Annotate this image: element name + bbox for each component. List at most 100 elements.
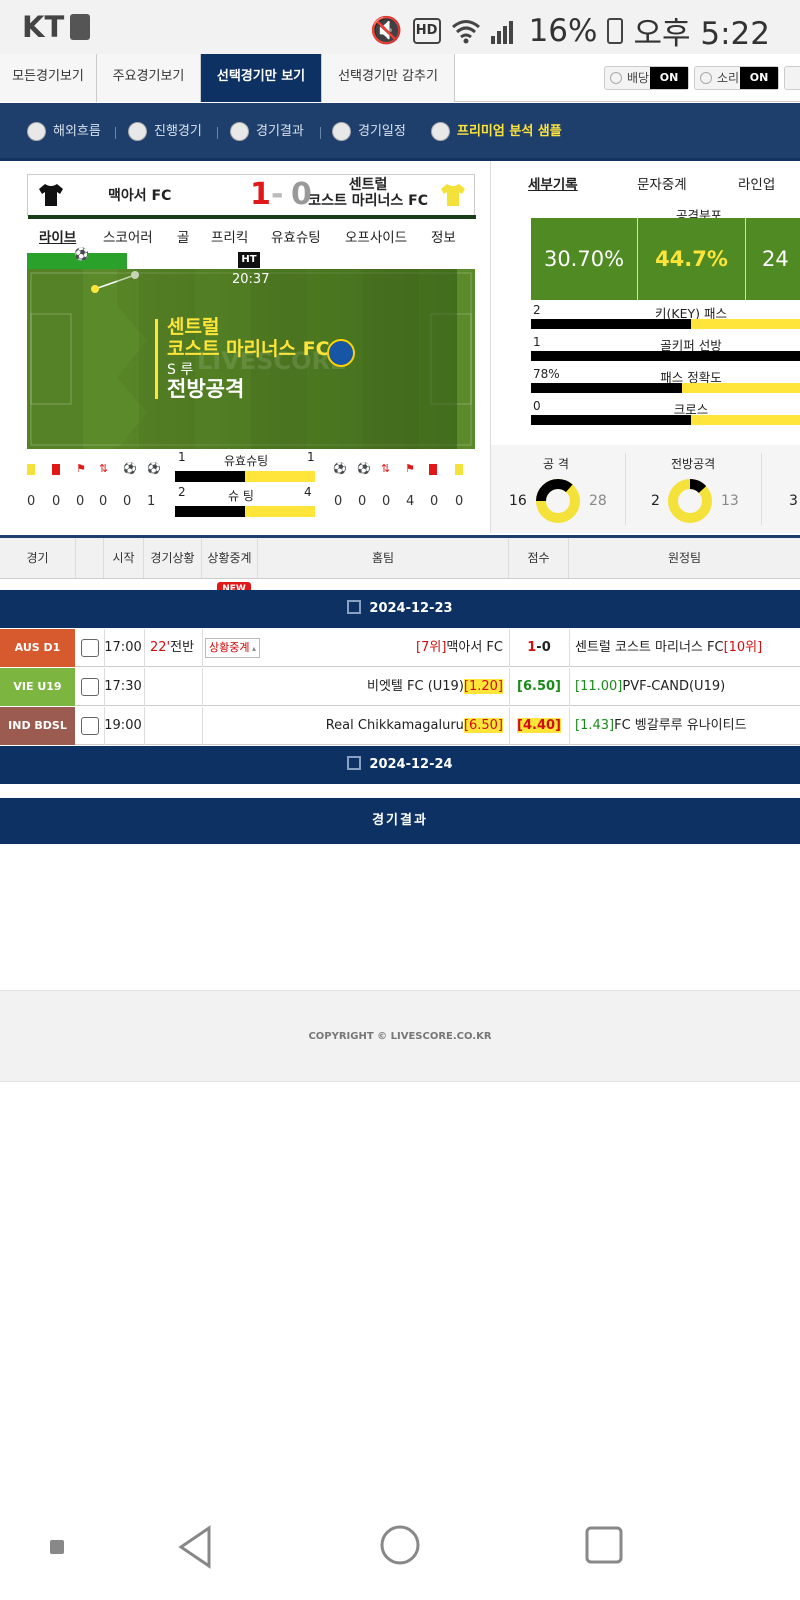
home-icon[interactable] — [379, 1524, 421, 1566]
tab-hide-selected[interactable]: 선택경기만 감추기 — [322, 54, 455, 102]
menu-dot-icon[interactable] — [50, 1540, 64, 1554]
odds-icon — [610, 72, 622, 84]
tab-detailed-records[interactable]: 세부기록 — [528, 173, 578, 193]
select-checkbox[interactable] — [81, 717, 99, 735]
tab-shots-on-target[interactable]: 유효슈팅 — [271, 226, 321, 246]
radio-icon — [27, 122, 46, 141]
col-select — [76, 538, 104, 578]
substitution-icon: ⇅ — [99, 462, 109, 475]
detail-panel: 세부기록 문자중계 라인업 공격분포 30.70% 44.7% 24 2 키(K… — [490, 161, 800, 533]
filter-overseas-flow[interactable]: 해외흐름 — [27, 121, 101, 143]
stat-home-fill — [531, 383, 683, 393]
third-stat-home: 3 — [789, 493, 798, 509]
away-team[interactable]: [1.43]FC 벵갈루루 유나이티드 — [575, 707, 747, 745]
results-button[interactable]: 경기결과 — [0, 798, 800, 844]
recents-icon[interactable] — [584, 1525, 624, 1565]
odds-label: 배당 — [627, 71, 650, 85]
radio-icon — [431, 122, 450, 141]
tab-lineup[interactable]: 라인업 — [738, 173, 775, 193]
separator — [217, 127, 218, 139]
shots-on-home: 1 — [178, 450, 186, 464]
attack-home: 16 — [509, 493, 527, 509]
forward-attack-donut — [668, 479, 712, 523]
goal-icon: ⚽ — [147, 462, 161, 475]
filter-results[interactable]: 경기결과 — [230, 121, 304, 143]
goal-icon: ⚽ — [333, 462, 347, 475]
separator — [625, 453, 626, 525]
event-team-line1: 센트럴 — [167, 316, 220, 338]
tab-goals[interactable]: 골 — [177, 226, 189, 246]
radio-icon — [128, 122, 147, 141]
forward-attack-away: 13 — [721, 493, 739, 509]
filter-in-progress[interactable]: 진행경기 — [128, 121, 202, 143]
tab-offside[interactable]: 오프사이드 — [345, 226, 407, 246]
live-relay-button[interactable]: 상황중계 ▴ — [205, 638, 261, 658]
tab-selected-only[interactable]: 선택경기만 보기 — [201, 54, 322, 102]
league-badge[interactable]: AUS D1 — [0, 629, 75, 667]
event-team: 센트럴 코스트 마리너스 FC — [167, 316, 330, 360]
scoreboard-underline — [28, 215, 476, 219]
battery-icon — [607, 17, 624, 44]
tab-text-commentary[interactable]: 문자중계 — [637, 173, 687, 193]
stat-bar — [531, 319, 800, 329]
odds-toggle[interactable]: 배당 ON — [604, 66, 689, 90]
draw-odds: [6.50] — [517, 679, 561, 694]
filter-label: 해외흐름 — [53, 124, 101, 139]
divider — [569, 707, 570, 745]
away-team[interactable]: [11.00]PVF-CAND(U19) — [575, 668, 725, 706]
filter-label: 프리미엄 분석 샘플 — [457, 124, 562, 139]
separator — [320, 127, 321, 139]
filter-premium-sample[interactable]: 프리미엄 분석 샘플 — [431, 121, 562, 143]
select-checkbox[interactable] — [81, 678, 99, 696]
col-status: 경기상황 — [144, 538, 202, 578]
sound-label: 소리 — [717, 71, 740, 85]
tab-main-matches[interactable]: 주요경기보기 — [97, 54, 201, 102]
shots-on-label: 유효슈팅 — [224, 454, 269, 468]
stat-home-fill — [531, 415, 691, 425]
select-checkbox[interactable] — [81, 639, 99, 657]
attack-distribution: 30.70% 44.7% 24 — [531, 218, 800, 300]
shots-on-home-fill — [175, 471, 245, 482]
match-row[interactable]: VIE U19 17:30 비엣텔 FC (U19)[1.20] [6.50] … — [0, 668, 800, 706]
tab-scorers[interactable]: 스코어러 — [103, 226, 153, 246]
tab-freekick[interactable]: 프리킥 — [211, 226, 248, 246]
status-bar: KT 🔇 HD 16% 오후 5:22 — [0, 0, 800, 54]
filter-schedule[interactable]: 경기일정 — [332, 121, 406, 143]
away-team-name: 센트럴 코스트 마리너스 FC — [308, 177, 428, 209]
league-badge[interactable]: IND BDSL — [0, 707, 75, 745]
match-row[interactable]: AUS D1 17:00 22'전반 상황중계 ▴ [7위]맥아서 FC 1-0… — [0, 629, 800, 667]
home-team[interactable]: [7위]맥아서 FC — [416, 629, 503, 667]
red-card-icon — [429, 464, 437, 475]
away-team[interactable]: 센트럴 코스트 마리너스 FC[10위] — [575, 629, 762, 667]
radio-icon — [332, 122, 351, 141]
shots-on-away: 1 — [307, 450, 315, 464]
match-row[interactable]: IND BDSL 19:00 Real Chikkamagaluru[6.50]… — [0, 707, 800, 745]
attack-donut — [536, 479, 580, 523]
away-rank: [10위] — [723, 640, 763, 655]
col-away: 원정팀 — [667, 551, 702, 565]
league-badge[interactable]: VIE U19 — [0, 668, 75, 706]
caret-up-icon: ▴ — [249, 644, 257, 653]
back-icon[interactable] — [175, 1524, 215, 1570]
hd-icon: HD — [412, 17, 441, 44]
event-accent — [155, 319, 158, 399]
home-team[interactable]: Real Chikkamagaluru[6.50] — [326, 707, 503, 745]
home-stat: 0 — [27, 494, 36, 509]
event-team-line2: 코스트 마리너스 FC — [167, 338, 330, 360]
divider — [144, 707, 145, 745]
more-toggle[interactable] — [784, 66, 800, 90]
sound-toggle[interactable]: 소리 ON — [694, 66, 779, 90]
away-stat: 0 — [430, 494, 439, 509]
carrier-label: KT — [22, 10, 65, 44]
substitution-icon: ⇅ — [381, 462, 391, 475]
stat-bar — [531, 351, 800, 361]
home-stat: 1 — [147, 494, 156, 509]
tab-live[interactable]: 라이브 — [39, 226, 76, 246]
tab-all-matches[interactable]: 모든경기보기 — [0, 54, 97, 102]
date-label: 2024-12-23 — [369, 601, 453, 616]
match-status: 22'전반 — [150, 629, 194, 667]
forward-attack-home: 2 — [651, 493, 660, 509]
home-team[interactable]: 비엣텔 FC (U19)[1.20] — [367, 668, 503, 706]
tab-info[interactable]: 정보 — [431, 226, 456, 246]
home-jersey-icon — [39, 184, 63, 206]
